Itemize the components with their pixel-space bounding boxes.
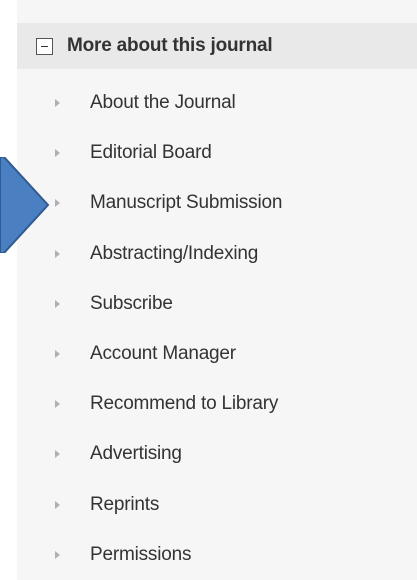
triangle-right-icon bbox=[55, 550, 60, 559]
panel-title: More about this journal bbox=[67, 35, 273, 56]
triangle-right-icon bbox=[55, 500, 60, 509]
triangle-right-icon bbox=[55, 350, 60, 359]
nav-item-advertising[interactable]: Advertising bbox=[17, 429, 417, 479]
triangle-right-icon bbox=[55, 450, 60, 459]
nav-item-editorial-board[interactable]: Editorial Board bbox=[17, 128, 417, 178]
nav-item-label[interactable]: Account Manager bbox=[90, 343, 236, 365]
triangle-right-icon bbox=[55, 249, 60, 258]
nav-item-label[interactable]: Reprints bbox=[90, 494, 159, 516]
nav-item-subscribe[interactable]: Subscribe bbox=[17, 279, 417, 329]
triangle-right-icon bbox=[55, 99, 60, 108]
journal-nav-list: About the Journal Editorial Board Manusc… bbox=[17, 78, 417, 580]
nav-item-account-manager[interactable]: Account Manager bbox=[17, 329, 417, 379]
journal-sidebar-panel: More about this journal About the Journa… bbox=[17, 0, 417, 580]
nav-item-label[interactable]: Manuscript Submission bbox=[90, 192, 282, 214]
nav-item-recommend-to-library[interactable]: Recommend to Library bbox=[17, 379, 417, 429]
nav-item-reprints[interactable]: Reprints bbox=[17, 480, 417, 530]
nav-item-abstracting-indexing[interactable]: Abstracting/Indexing bbox=[17, 229, 417, 279]
collapse-minus-icon[interactable] bbox=[36, 37, 53, 55]
nav-item-about-the-journal[interactable]: About the Journal bbox=[17, 78, 417, 128]
nav-item-label[interactable]: Advertising bbox=[90, 443, 182, 465]
triangle-right-icon bbox=[55, 149, 60, 158]
nav-item-label[interactable]: Recommend to Library bbox=[90, 393, 278, 415]
page: More about this journal About the Journa… bbox=[0, 0, 417, 580]
nav-item-label[interactable]: About the Journal bbox=[90, 92, 236, 114]
panel-header: More about this journal bbox=[17, 23, 417, 69]
nav-item-label[interactable]: Editorial Board bbox=[90, 142, 212, 164]
nav-item-permissions[interactable]: Permissions bbox=[17, 530, 417, 580]
nav-item-label[interactable]: Subscribe bbox=[90, 293, 173, 315]
pointer-arrow-icon bbox=[0, 157, 50, 253]
nav-item-label[interactable]: Permissions bbox=[90, 544, 191, 566]
triangle-right-icon bbox=[55, 299, 60, 308]
triangle-right-icon bbox=[55, 199, 60, 208]
triangle-right-icon bbox=[55, 400, 60, 409]
nav-item-manuscript-submission[interactable]: Manuscript Submission bbox=[17, 178, 417, 228]
nav-item-label[interactable]: Abstracting/Indexing bbox=[90, 243, 258, 265]
